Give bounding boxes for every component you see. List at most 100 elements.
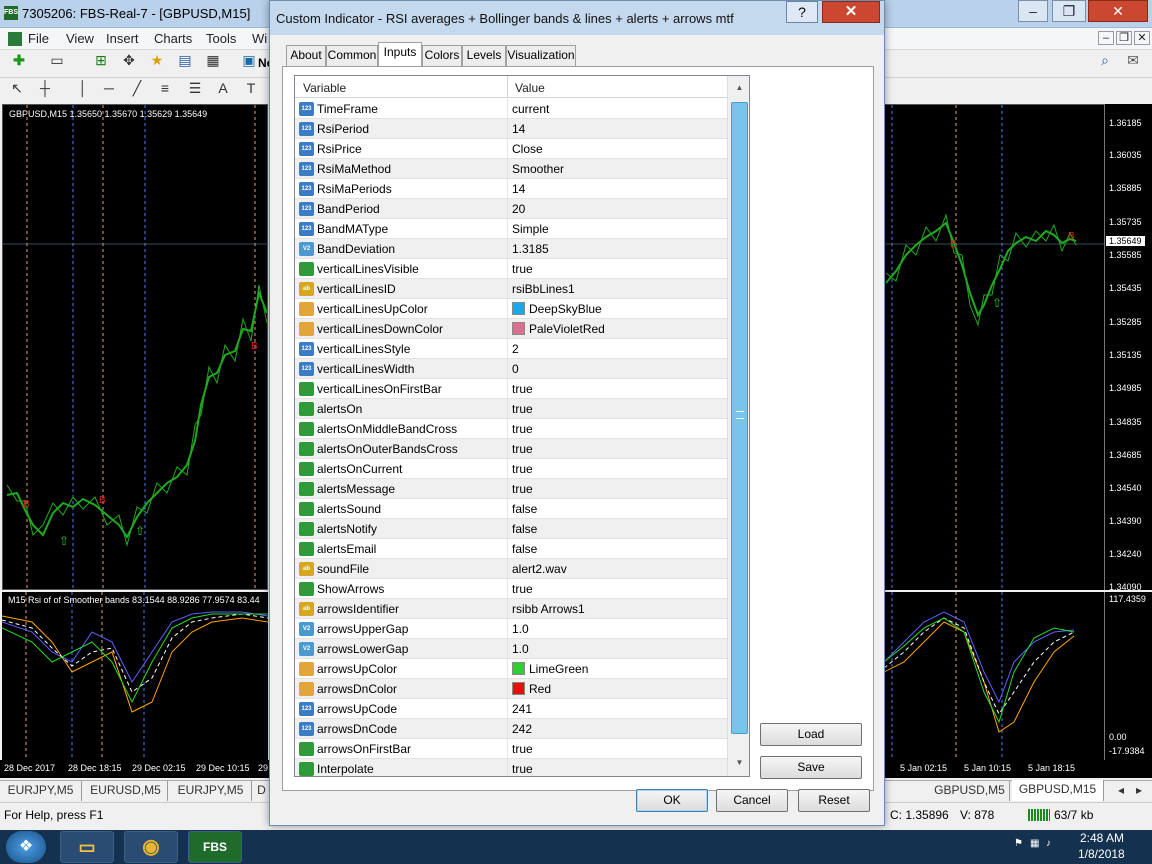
tray-network-icon[interactable]: ▦ xyxy=(1030,838,1039,849)
chart-tab-active[interactable]: GBPUSD,M15 xyxy=(1012,780,1104,801)
mdi-close-icon[interactable]: ✕ xyxy=(1134,31,1150,45)
column-divider[interactable] xyxy=(507,76,508,98)
param-row[interactable]: 123 verticalLinesWidth 0 xyxy=(295,359,727,379)
chat-icon[interactable]: ✉ xyxy=(1122,50,1144,70)
indicator-pane-left[interactable]: M15 Rsi of of Smoother bands 83.1544 88.… xyxy=(2,592,268,760)
param-value[interactable]: Simple xyxy=(512,222,549,236)
tester-icon[interactable]: ▦ xyxy=(202,50,224,70)
fibonacci-icon[interactable]: ☰ xyxy=(184,78,206,98)
param-row[interactable]: V2 arrowsLowerGap 1.0 xyxy=(295,639,727,659)
chart-tab[interactable]: EURJPY,M5 xyxy=(170,781,252,801)
menu-tools[interactable]: Tools xyxy=(206,31,236,46)
param-row[interactable]: ab verticalLinesID rsiBbLines1 xyxy=(295,279,727,299)
param-row[interactable]: 123 BandMAType Simple xyxy=(295,219,727,239)
param-value[interactable]: true xyxy=(512,442,533,456)
param-row[interactable]: 123 verticalLinesStyle 2 xyxy=(295,339,727,359)
help-button[interactable]: ? xyxy=(786,1,818,23)
param-value[interactable]: 20 xyxy=(512,202,525,216)
trendline-icon[interactable]: ╱ xyxy=(126,78,148,98)
param-value[interactable]: true xyxy=(512,422,533,436)
tray-flag-icon[interactable]: ⚑ xyxy=(1014,838,1023,849)
param-row[interactable]: 123 arrowsDnCode 242 xyxy=(295,719,727,739)
param-value[interactable]: DeepSkyBlue xyxy=(529,302,602,316)
menu-view[interactable]: View xyxy=(66,31,94,46)
terminal-icon[interactable]: ▤ xyxy=(174,50,196,70)
menu-file[interactable]: File xyxy=(28,31,49,46)
reset-button[interactable]: Reset xyxy=(798,789,870,812)
tab-visualization[interactable]: Visualization xyxy=(506,45,576,66)
mdi-minimize-icon[interactable]: ‒ xyxy=(1098,31,1114,45)
file-explorer-icon[interactable]: ▭ xyxy=(60,831,114,863)
param-row[interactable]: alertsSound false xyxy=(295,499,727,519)
cancel-button[interactable]: Cancel xyxy=(716,789,788,812)
price-chart-right[interactable]: B B ⇧ xyxy=(884,104,1106,591)
param-value[interactable]: Red xyxy=(529,682,551,696)
channel-icon[interactable]: ≡ xyxy=(154,78,176,98)
tab-scroll-left-icon[interactable]: ◂ xyxy=(1112,781,1130,801)
param-value[interactable]: true xyxy=(512,482,533,496)
param-row[interactable]: 123 RsiMaPeriods 14 xyxy=(295,179,727,199)
param-row[interactable]: V2 arrowsUpperGap 1.0 xyxy=(295,619,727,639)
mdi-restore-icon[interactable]: ❐ xyxy=(1116,31,1132,45)
menu-charts[interactable]: Charts xyxy=(154,31,192,46)
market-watch-icon[interactable]: ⊞ xyxy=(90,50,112,70)
color-swatch[interactable] xyxy=(512,662,525,675)
maximize-button[interactable]: ❐ xyxy=(1052,0,1086,22)
param-row[interactable]: alertsOnOuterBandsCross true xyxy=(295,439,727,459)
param-row[interactable]: verticalLinesDownColor PaleVioletRed xyxy=(295,319,727,339)
color-swatch[interactable] xyxy=(512,322,525,335)
save-button[interactable]: Save xyxy=(760,756,862,779)
scroll-up-icon[interactable]: ▲ xyxy=(731,79,748,97)
param-row[interactable]: 123 RsiMaMethod Smoother xyxy=(295,159,727,179)
color-swatch[interactable] xyxy=(512,682,525,695)
param-value[interactable]: Close xyxy=(512,142,543,156)
search-icon[interactable]: ⌕ xyxy=(1094,50,1116,70)
param-value[interactable]: 0 xyxy=(512,362,519,376)
param-row[interactable]: alertsMessage true xyxy=(295,479,727,499)
param-row[interactable]: 123 arrowsUpCode 241 xyxy=(295,699,727,719)
param-row[interactable]: 123 BandPeriod 20 xyxy=(295,199,727,219)
menu-insert[interactable]: Insert xyxy=(106,31,139,46)
param-value[interactable]: current xyxy=(512,102,549,116)
tab-common[interactable]: Common xyxy=(326,45,378,66)
app-close-button[interactable]: ✕ xyxy=(1088,0,1148,22)
tab-levels[interactable]: Levels xyxy=(462,45,506,66)
param-value[interactable]: true xyxy=(512,582,533,596)
param-value[interactable]: 1.3185 xyxy=(512,242,549,256)
param-row[interactable]: ab arrowsIdentifier rsibb Arrows1 xyxy=(295,599,727,619)
cursor-icon[interactable]: ↖ xyxy=(6,78,28,98)
param-row[interactable]: verticalLinesOnFirstBar true xyxy=(295,379,727,399)
param-value[interactable]: true xyxy=(512,742,533,756)
param-value[interactable]: 241 xyxy=(512,702,532,716)
param-value[interactable]: rsiBbLines1 xyxy=(512,282,575,296)
start-icon[interactable]: ❖ xyxy=(6,831,46,863)
dialog-close-button[interactable]: ✕ xyxy=(822,1,880,23)
tab-about[interactable]: About xyxy=(286,45,326,66)
param-row[interactable]: 123 RsiPrice Close xyxy=(295,139,727,159)
param-row[interactable]: arrowsUpColor LimeGreen xyxy=(295,659,727,679)
param-row[interactable]: alertsEmail false xyxy=(295,539,727,559)
param-value[interactable]: true xyxy=(512,402,533,416)
clock-time[interactable]: 2:48 AM xyxy=(1080,831,1124,845)
chart-tab[interactable]: EURJPY,M5 xyxy=(0,781,82,801)
param-row[interactable]: 123 RsiPeriod 14 xyxy=(295,119,727,139)
param-row[interactable]: V2 BandDeviation 1.3185 xyxy=(295,239,727,259)
param-value[interactable]: false xyxy=(512,542,537,556)
chrome-icon[interactable]: ◉ xyxy=(124,831,178,863)
param-row[interactable]: alertsNotify false xyxy=(295,519,727,539)
text-tool-icon[interactable]: A xyxy=(212,78,234,98)
minimize-button[interactable]: ‒ xyxy=(1018,0,1048,22)
param-row[interactable]: arrowsDnColor Red xyxy=(295,679,727,699)
param-value[interactable]: 242 xyxy=(512,722,532,736)
param-value[interactable]: alert2.wav xyxy=(512,562,567,576)
profiles-icon[interactable]: ▭ xyxy=(46,50,68,70)
column-value-header[interactable]: Value xyxy=(515,81,545,95)
text-label-icon[interactable]: T xyxy=(240,78,262,98)
param-value[interactable]: 14 xyxy=(512,182,525,196)
new-order-icon[interactable]: ▣ xyxy=(238,50,260,70)
price-chart-left[interactable]: GBPUSD,M15 1.35650 1.35670 1.35629 1.356… xyxy=(2,104,269,591)
tab-scroll-right-icon[interactable]: ▸ xyxy=(1130,781,1148,801)
chart-tab[interactable]: D xyxy=(254,781,270,801)
param-row[interactable]: alertsOn true xyxy=(295,399,727,419)
param-value[interactable]: true xyxy=(512,382,533,396)
